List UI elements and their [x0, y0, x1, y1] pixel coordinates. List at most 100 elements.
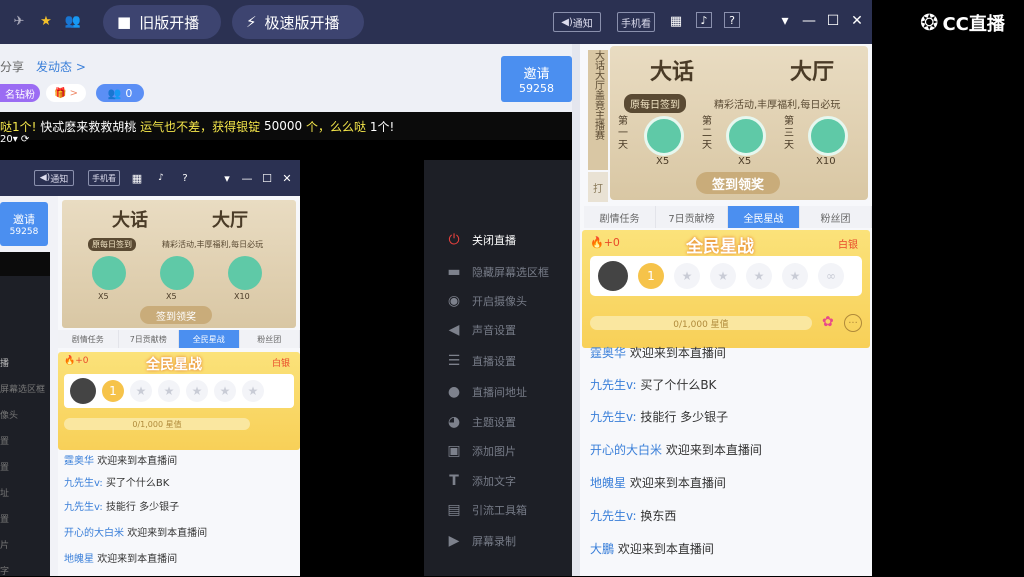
chat-item: 九先生v: 换东西	[590, 509, 677, 523]
grid-icon[interactable]: ▦	[667, 12, 685, 30]
star-2: ★	[674, 263, 700, 289]
tab-star-war[interactable]: 全民星战	[728, 206, 800, 228]
camera-icon: ◉	[447, 293, 461, 309]
bell-icon[interactable]: ♪	[696, 12, 712, 28]
dropdown-icon[interactable]: ▾	[776, 12, 794, 30]
menu-add-text[interactable]: T 添加文字	[446, 473, 516, 489]
more-icon[interactable]: ···	[844, 314, 862, 332]
share-text[interactable]: 分享	[0, 58, 24, 75]
menu-screen-record[interactable]: ▶ 屏幕录制	[446, 533, 516, 549]
sign-in-reward-button[interactable]: 签到领奖	[696, 172, 780, 194]
tab-7day-rank[interactable]: 7日贡献榜	[656, 206, 728, 228]
inner-window: ◀) 通知 手机看 ▦ ♪ ? ▾ — ☐ ✕ 邀请 59258 播 屏幕选区框 像…	[0, 160, 300, 577]
text-icon: T	[449, 473, 459, 489]
lightning-icon: ⚡	[246, 13, 257, 31]
lollipop-icon[interactable]: ✿	[822, 314, 834, 330]
inner-chat-strip	[0, 252, 50, 276]
small-select[interactable]: 20▾ ⟳	[0, 134, 29, 145]
menu-hide-region[interactable]: ▬ 隐藏屏幕选区框	[446, 264, 549, 280]
inner-grid-icon[interactable]: ▦	[128, 169, 146, 187]
event-banner[interactable]: 大话 大厅 原每日签到 精彩活动,丰厚福利,每日必玩 第一天 X5 第二天 X5…	[610, 46, 868, 200]
invite-button[interactable]: 邀请 59258	[501, 56, 572, 102]
users-icon[interactable]: 👥	[64, 12, 82, 30]
inner-tab-fans[interactable]: 粉丝团	[239, 330, 300, 348]
fan-badge[interactable]: 名钻粉	[0, 84, 40, 102]
live-control-menu: ⏻ 关闭直播 ▬ 隐藏屏幕选区框 ◉ 开启摄像头 ◀ 声音设置 ☰ 直播设置 ● 直播间地址…	[424, 160, 572, 576]
maximize-icon[interactable]: ☐	[824, 12, 842, 30]
gift-icon: 🎁	[53, 87, 67, 99]
side-event-tab[interactable]: 大话大厅 盖竟主播赛	[588, 50, 608, 170]
image-icon: ▣	[447, 443, 461, 459]
chat-marquee: 哒1个! 快忒麽来救救胡桃 运气也不差，获得银锭 50000 个，么么哒 1个!	[0, 112, 572, 140]
star-infinity: ∞	[818, 263, 844, 289]
inner-notice-button[interactable]: ◀) 通知	[34, 170, 74, 186]
menu-add-image[interactable]: ▣ 添加图片	[446, 443, 516, 459]
inner-star-card: 🔥+0 全民星战 白银 1 ★ ★ ★ ★ ★ 0/1,000 星值	[58, 352, 300, 450]
reward-jade-icon-3	[228, 256, 262, 290]
inner-minimize-icon[interactable]: —	[238, 169, 256, 187]
fans-count-badge[interactable]: 👥 0	[96, 84, 144, 102]
old-version-live-button[interactable]: ■ 旧版开播	[103, 5, 221, 39]
inner-bell-icon[interactable]: ♪	[152, 169, 170, 187]
phone-view-button[interactable]: 手机看	[617, 12, 655, 32]
close-icon[interactable]: ✕	[848, 12, 866, 30]
star-5: ★	[782, 263, 808, 289]
sliders-icon: ☰	[447, 353, 461, 369]
cc-logo: ❂ CC直播	[920, 10, 1005, 36]
inner-maximize-icon[interactable]: ☐	[258, 169, 276, 187]
chat-item: 霆奥华 欢迎来到本直播间	[590, 346, 726, 360]
inner-tab-starwar[interactable]: 全民星战	[179, 330, 240, 348]
star-icon[interactable]: ★	[37, 12, 55, 30]
inner-tab-story[interactable]: 剧情任务	[58, 330, 119, 348]
rank-label: 白银	[838, 240, 858, 251]
chat-item: 大鵬 欢迎来到本直播间	[590, 542, 714, 556]
panel-tabs: 剧情任务 7日贡献榜 全民星战 粉丝团	[584, 206, 872, 228]
chat-item: 九先生v: 技能行 多少银子	[590, 410, 729, 424]
menu-theme[interactable]: ◕ 主题设置	[446, 414, 516, 430]
tab-story-tasks[interactable]: 剧情任务	[584, 206, 656, 228]
star-progress-bar: 0/1,000 星值	[590, 316, 812, 330]
speaker-icon: ◀	[448, 322, 460, 338]
menu-sound[interactable]: ◀ 声音设置	[446, 322, 516, 338]
inner-sign-button[interactable]: 签到领奖	[140, 306, 212, 324]
inner-help-icon[interactable]: ?	[176, 169, 194, 187]
menu-close-live[interactable]: ⏻ 关闭直播	[446, 232, 516, 248]
inner-event-banner[interactable]: 大话 大厅 原每日签到 精彩活动,丰厚福利,每日必玩 X5 X5 X10 签到领…	[62, 200, 296, 328]
fire-count: 🔥+0	[590, 236, 620, 249]
people-icon: 👥	[107, 86, 122, 100]
help-icon[interactable]: ?	[724, 12, 740, 28]
tab-fan-club[interactable]: 粉丝团	[800, 206, 872, 228]
fast-version-live-button[interactable]: ⚡ 极速版开播	[232, 5, 364, 39]
main-top-bar: ✈ ★ 👥 ■ 旧版开播 ⚡ 极速版开播 ◀) 通知 手机看 ▦ ♪ ? ▾ — ☐…	[0, 0, 872, 44]
post-dynamic-link[interactable]: 发动态 >	[36, 58, 86, 75]
daily-checkin-label: 原每日签到	[624, 94, 686, 113]
record-icon: ▶	[448, 533, 460, 549]
power-icon: ⏻	[448, 232, 460, 248]
inner-phone-button[interactable]: 手机看	[88, 170, 120, 186]
inner-invite-button[interactable]: 邀请 59258	[0, 202, 48, 246]
star-3: ★	[710, 263, 736, 289]
minimize-icon[interactable]: —	[800, 12, 818, 30]
right-side-panel: 大话大厅 盖竟主播赛 打 大话 大厅 原每日签到 精彩活动,丰厚福利,每日必玩 …	[580, 44, 872, 576]
star-1: 1	[638, 263, 664, 289]
monitor-icon: ▬	[447, 264, 461, 280]
plane-icon[interactable]: ✈	[10, 12, 28, 30]
menu-room-address[interactable]: ● 直播间地址	[446, 384, 527, 400]
reward-jade-icon-1	[644, 116, 684, 156]
gift-badge[interactable]: 🎁 >	[46, 84, 86, 102]
notice-button[interactable]: ◀) 通知	[553, 12, 601, 32]
menu-traffic-tools[interactable]: ▤ 引流工具箱	[446, 502, 527, 518]
side-event-tab-small[interactable]: 打	[588, 172, 608, 202]
reward-jade-icon-2	[726, 116, 766, 156]
inner-side-panel: 大话 大厅 原每日签到 精彩活动,丰厚福利,每日必玩 X5 X5 X10 签到领…	[58, 196, 300, 576]
reward-jade-icon-3	[808, 116, 848, 156]
inner-close-icon[interactable]: ✕	[278, 169, 296, 187]
star-war-card: 🔥+0 全民星战 白银 1 ★ ★ ★ ★ ∞ 0/1,000 星值 ✿ ···	[582, 230, 870, 348]
inner-tabs: 剧情任务 7日贡献榜 全民星战 粉丝团	[58, 330, 300, 348]
menu-camera[interactable]: ◉ 开启摄像头	[446, 293, 527, 309]
menu-live-settings[interactable]: ☰ 直播设置	[446, 353, 516, 369]
inner-menu: 播 屏幕选区框 像头 置 置 址 置 片 字	[0, 276, 50, 577]
inner-dropdown-icon[interactable]: ▾	[218, 169, 236, 187]
inner-tab-rank[interactable]: 7日贡献榜	[118, 330, 179, 348]
streamer-info-area: 分享 发动态 > 名钻粉 🎁 > 👥 0 邀请 59258	[0, 44, 572, 112]
